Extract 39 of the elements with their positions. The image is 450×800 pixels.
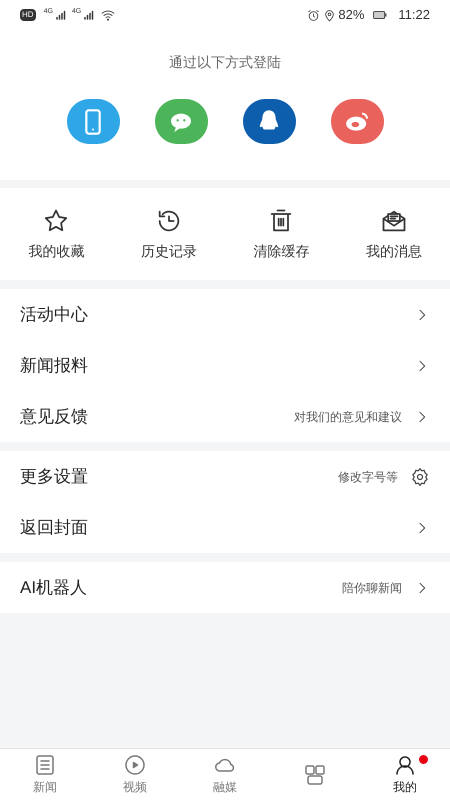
weibo-login-button[interactable] — [330, 99, 384, 144]
squares-icon — [303, 762, 327, 786]
menu-label: 意见反馈 — [20, 406, 88, 428]
shortcut-button[interactable]: 历史记录 — [112, 206, 225, 262]
signal-icon — [82, 9, 96, 21]
hd-badge: HD — [20, 9, 36, 21]
video-icon — [123, 753, 147, 777]
alarm-icon — [307, 8, 320, 22]
menu-row[interactable]: 更多设置 修改字号等 — [0, 451, 450, 502]
menu-label: 活动中心 — [20, 304, 88, 326]
menu-hint: 修改字号等 — [338, 468, 398, 486]
menu-label: 新闻报料 — [20, 354, 88, 377]
tab-item[interactable]: 新闻 — [0, 749, 90, 800]
tab-item[interactable]: 视频 — [90, 749, 180, 800]
shortcut-button[interactable]: 我的消息 — [338, 206, 450, 262]
menu-label: 更多设置 — [20, 466, 88, 488]
tab-item[interactable]: 融媒 — [180, 749, 270, 800]
menu-row[interactable]: AI机器人 陪你聊新闻 — [0, 562, 450, 613]
tab-item[interactable]: 我的 — [360, 749, 450, 800]
shortcut-button[interactable]: 我的收藏 — [0, 206, 112, 262]
menu-hint: 对我们的意见和建议 — [294, 408, 402, 426]
menu-row[interactable]: 意见反馈 对我们的意见和建议 — [0, 391, 450, 442]
login-prompt: 通过以下方式登陆 — [169, 53, 281, 72]
menu-label: 返回封面 — [20, 516, 88, 539]
menu-label: AI机器人 — [20, 576, 88, 599]
shortcut-button[interactable]: 清除缓存 — [225, 206, 338, 262]
menu-row[interactable]: 返回封面 — [0, 502, 450, 553]
wechat-login-button[interactable] — [154, 99, 208, 144]
clock-time: 11:22 — [398, 6, 430, 24]
signal-icon — [54, 9, 68, 21]
phone-login-button[interactable] — [66, 99, 120, 144]
wifi-icon — [100, 8, 116, 22]
settings-icon — [410, 466, 430, 486]
menu-row[interactable]: 活动中心 — [0, 289, 450, 340]
qq-login-button[interactable] — [242, 99, 296, 144]
location-icon — [323, 8, 336, 22]
battery-percent: 82% — [338, 6, 364, 24]
menu-hint: 陪你聊新闻 — [342, 580, 402, 596]
menu-row[interactable]: 新闻报料 — [0, 340, 450, 391]
